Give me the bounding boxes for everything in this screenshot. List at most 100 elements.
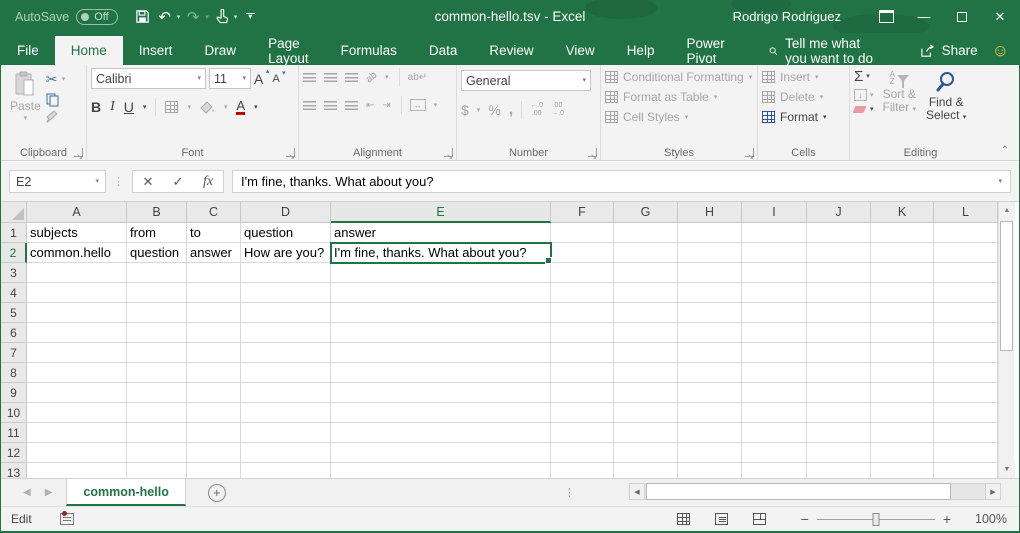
font-color-button[interactable]: A — [236, 99, 245, 115]
cell-B12[interactable] — [127, 443, 187, 463]
cell-G2[interactable] — [614, 243, 678, 263]
cell-C7[interactable] — [187, 343, 241, 363]
cell-H3[interactable] — [678, 263, 742, 283]
cell-A11[interactable] — [27, 423, 127, 443]
row-header-12[interactable]: 12 — [1, 443, 27, 463]
cell-B8[interactable] — [127, 363, 187, 383]
top-align-icon[interactable] — [303, 73, 316, 82]
cell-J12[interactable] — [807, 443, 871, 463]
cell-K3[interactable] — [871, 263, 934, 283]
fill-dropdown-icon[interactable]: ▾ — [870, 92, 874, 99]
clipboard-dialog-launcher-icon[interactable] — [74, 148, 83, 157]
paste-button[interactable]: Paste ▾ — [5, 68, 46, 125]
cell-L6[interactable] — [934, 323, 998, 343]
delete-cells-button[interactable]: Delete▾ — [762, 90, 845, 104]
cell-G6[interactable] — [614, 323, 678, 343]
cell-J7[interactable] — [807, 343, 871, 363]
autosave-pill[interactable]: Off — [76, 9, 117, 25]
cell-L1[interactable] — [934, 223, 998, 243]
column-header-F[interactable]: F — [551, 202, 614, 223]
cell-A12[interactable] — [27, 443, 127, 463]
cell-I1[interactable] — [742, 223, 807, 243]
fill-icon[interactable]: ↓ — [854, 89, 867, 101]
tab-power-pivot[interactable]: Power Pivot — [670, 36, 740, 65]
clear-icon[interactable] — [853, 106, 867, 113]
minimize-icon[interactable]: — — [905, 0, 943, 33]
increase-indent-icon[interactable]: ⇥ — [382, 100, 390, 111]
cell-E6[interactable] — [331, 323, 551, 343]
cell-H10[interactable] — [678, 403, 742, 423]
format-as-table-button[interactable]: Format as Table▾ — [605, 90, 753, 104]
number-dialog-launcher-icon[interactable] — [588, 148, 597, 157]
cell-F11[interactable] — [551, 423, 614, 443]
zoom-in-icon[interactable]: + — [935, 511, 959, 527]
page-break-view-button[interactable] — [741, 507, 779, 531]
cell-I4[interactable] — [742, 283, 807, 303]
cell-F12[interactable] — [551, 443, 614, 463]
cell-B4[interactable] — [127, 283, 187, 303]
row-header-9[interactable]: 9 — [1, 383, 27, 403]
autosum-dropdown-icon[interactable]: ▾ — [866, 73, 870, 80]
cell-H12[interactable] — [678, 443, 742, 463]
cell-B13[interactable] — [127, 463, 187, 478]
save-icon[interactable] — [134, 6, 152, 28]
cell-L3[interactable] — [934, 263, 998, 283]
row-header-2[interactable]: 2 — [1, 243, 27, 263]
close-icon[interactable]: ✕ — [981, 0, 1019, 33]
merge-dropdown-icon[interactable]: ▾ — [434, 102, 438, 109]
cell-E2[interactable]: I'm fine, thanks. What about you? — [331, 243, 551, 263]
tab-view[interactable]: View — [550, 36, 611, 65]
name-box-dropdown-icon[interactable]: ▾ — [95, 178, 99, 185]
cell-D5[interactable] — [241, 303, 331, 323]
tab-review[interactable]: Review — [473, 36, 549, 65]
cell-A8[interactable] — [27, 363, 127, 383]
scroll-left-icon[interactable]: ◀ — [629, 483, 645, 500]
cell-J1[interactable] — [807, 223, 871, 243]
cell-D7[interactable] — [241, 343, 331, 363]
formula-input[interactable]: I'm fine, thanks. What about you? ▾ — [232, 170, 1011, 193]
autosum-icon[interactable]: Σ — [854, 69, 863, 84]
cell-H2[interactable] — [678, 243, 742, 263]
zoom-slider[interactable]: − + — [793, 511, 959, 527]
fill-color-dropdown-icon[interactable]: ▾ — [224, 104, 228, 111]
cell-J13[interactable] — [807, 463, 871, 478]
cell-G8[interactable] — [614, 363, 678, 383]
maximize-icon[interactable] — [943, 0, 981, 33]
cell-J2[interactable] — [807, 243, 871, 263]
borders-dropdown-icon[interactable]: ▾ — [187, 104, 191, 111]
select-all-corner[interactable] — [1, 202, 27, 223]
cell-B7[interactable] — [127, 343, 187, 363]
tell-me-search[interactable]: Tell me what you want to do — [759, 36, 896, 65]
cell-I3[interactable] — [742, 263, 807, 283]
cell-H4[interactable] — [678, 283, 742, 303]
alignment-dialog-launcher-icon[interactable] — [444, 148, 453, 157]
copy-dropdown-icon[interactable]: ▾ — [62, 76, 66, 125]
vertical-scrollbar[interactable]: ▲ ▼ — [998, 202, 1014, 478]
cell-L5[interactable] — [934, 303, 998, 323]
cell-D1[interactable]: question — [241, 223, 331, 243]
cell-K9[interactable] — [871, 383, 934, 403]
middle-align-icon[interactable] — [324, 73, 337, 82]
row-header-10[interactable]: 10 — [1, 403, 27, 423]
cell-D11[interactable] — [241, 423, 331, 443]
cell-L9[interactable] — [934, 383, 998, 403]
column-header-B[interactable]: B — [127, 202, 187, 223]
borders-icon[interactable] — [165, 101, 178, 113]
cell-L2[interactable] — [934, 243, 998, 263]
tab-page-layout[interactable]: Page Layout — [252, 36, 325, 65]
horizontal-scrollbar[interactable]: ◀ ▶ — [629, 483, 1001, 500]
cell-F13[interactable] — [551, 463, 614, 478]
row-header-1[interactable]: 1 — [1, 223, 27, 243]
cell-G1[interactable] — [614, 223, 678, 243]
decrease-font-size-button[interactable]: A▾ — [272, 73, 279, 85]
new-sheet-icon[interactable]: + — [208, 484, 226, 502]
cell-J9[interactable] — [807, 383, 871, 403]
tab-draw[interactable]: Draw — [189, 36, 253, 65]
column-header-H[interactable]: H — [678, 202, 742, 223]
font-dialog-launcher-icon[interactable] — [286, 148, 295, 157]
scroll-up-icon[interactable]: ▲ — [999, 202, 1015, 219]
cell-C2[interactable]: answer — [187, 243, 241, 263]
font-color-dropdown-icon[interactable]: ▾ — [254, 104, 258, 111]
cell-B9[interactable] — [127, 383, 187, 403]
cell-L12[interactable] — [934, 443, 998, 463]
